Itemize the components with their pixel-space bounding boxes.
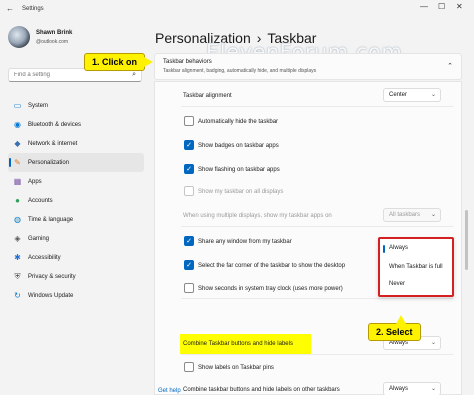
alignment-label: Taskbar alignment	[183, 93, 232, 99]
get-help-link[interactable]: Get help	[158, 388, 181, 394]
flashing-label: Show flashing on taskbar apps	[198, 167, 280, 173]
divider	[181, 354, 453, 355]
sidebar-item-personalization[interactable]: ✎ Personalization	[8, 153, 144, 172]
alignment-value: Center	[389, 92, 408, 98]
chevron-down-icon: ⌄	[430, 386, 436, 392]
badges-label: Show badges on taskbar apps	[198, 143, 279, 149]
far-corner-checkbox[interactable]: ✓	[184, 260, 194, 270]
far-corner-label: Select the far corner of the taskbar to …	[198, 263, 346, 269]
combine-label: Combine Taskbar buttons and hide labels	[183, 341, 293, 347]
minimize-icon[interactable]: —	[420, 2, 428, 11]
multi-display-value: All taskbars	[389, 212, 421, 218]
sidebar-item-network-internet[interactable]: ◆ Network & internet	[8, 134, 144, 153]
chevron-down-icon: ⌄	[430, 340, 436, 346]
sidebar-item-label: Windows Update	[28, 292, 74, 299]
search-input[interactable]	[14, 72, 124, 78]
auto-hide-checkbox[interactable]	[184, 116, 194, 126]
divider	[181, 106, 453, 107]
app-title: Settings	[22, 6, 44, 12]
chevron-down-icon: ⌄	[430, 212, 436, 218]
sidebar-item-label: Network & internet	[28, 140, 78, 147]
alignment-dropdown[interactable]: Center ⌄	[383, 88, 441, 102]
sidebar-item-label: System	[28, 102, 49, 109]
sidebar-item-label: Time & language	[28, 216, 74, 223]
close-icon[interactable]: ✕	[456, 2, 463, 11]
sidebar-item-label: Accessibility	[28, 254, 61, 261]
monitor-icon: ▭	[13, 101, 22, 110]
sidebar-item-label: Bluetooth & devices	[28, 121, 82, 128]
main-content: Taskbar behaviors Taskbar alignment, bad…	[154, 53, 462, 395]
title-bar: ← Settings — ☐ ✕	[0, 0, 474, 20]
maximize-icon[interactable]: ☐	[438, 2, 445, 11]
callout-step-2: 2. Select	[368, 315, 421, 341]
auto-hide-label: Automatically hide the taskbar	[198, 119, 279, 125]
combine-other-label: Combine taskbar buttons and hide labels …	[183, 387, 340, 393]
divider	[181, 298, 453, 299]
globe-icon: ◍	[14, 215, 21, 224]
chevron-down-icon: ⌄	[430, 92, 436, 98]
share-window-label: Share any window from my taskbar	[198, 239, 292, 245]
sidebar-item-windows-update[interactable]: ↻ Windows Update	[8, 286, 144, 305]
menu-option-when-full[interactable]: When Taskbar is full	[389, 264, 443, 270]
scrollbar[interactable]	[465, 210, 468, 270]
section-title: Taskbar behaviors	[163, 59, 212, 65]
accessibility-icon: ✱	[14, 253, 21, 262]
sidebar-item-accessibility[interactable]: ✱ Accessibility	[8, 248, 144, 267]
sidebar-item-bluetooth-devices[interactable]: ◉ Bluetooth & devices	[8, 115, 144, 134]
divider	[181, 226, 453, 227]
selected-indicator	[383, 245, 385, 253]
all-displays-label: Show my taskbar on all displays	[198, 189, 284, 195]
sidebar-item-apps[interactable]: ▦ Apps	[8, 172, 144, 191]
flashing-checkbox[interactable]: ✓	[184, 164, 194, 174]
search-icon[interactable]: ⌕	[132, 71, 136, 79]
sidebar-item-label: Accounts	[28, 197, 53, 204]
user-email: @outlook.com	[36, 39, 69, 45]
combine-dropdown-menu: Always When Taskbar is full Never	[378, 237, 454, 297]
share-window-checkbox[interactable]: ✓	[184, 236, 194, 246]
badges-checkbox[interactable]: ✓	[184, 140, 194, 150]
sidebar-item-privacy-security[interactable]: ⛨ Privacy & security	[8, 267, 144, 286]
chevron-up-icon[interactable]: ⌃	[447, 62, 453, 70]
section-subtitle: Taskbar alignment, badging, automaticall…	[163, 68, 317, 74]
multi-display-dropdown[interactable]: All taskbars ⌄	[383, 208, 441, 222]
person-icon: ●	[15, 196, 20, 205]
shield-icon: ⛨	[14, 272, 21, 281]
callout-step-1: 1. Click on	[84, 53, 154, 71]
gamepad-icon: ◈	[14, 234, 21, 243]
sidebar: Shawn Brink @outlook.com ⌕ ▭ System ◉ Bluet…	[0, 20, 148, 395]
apps-icon: ▦	[13, 177, 22, 186]
pin-labels-label: Show labels on Taskbar pins	[198, 365, 274, 371]
update-icon: ↻	[14, 291, 21, 300]
combine-other-value: Always	[389, 386, 409, 392]
pin-labels-checkbox[interactable]	[184, 362, 194, 372]
wifi-icon: ◆	[14, 139, 21, 148]
multi-display-label: When using multiple displays, show my ta…	[183, 213, 332, 219]
taskbar-behaviors-header[interactable]: Taskbar behaviors Taskbar alignment, bad…	[154, 53, 462, 80]
user-name: Shawn Brink	[36, 30, 73, 36]
seconds-clock-checkbox[interactable]	[184, 283, 194, 293]
brush-icon: ✎	[14, 158, 21, 167]
sidebar-item-label: Privacy & security	[28, 273, 76, 280]
sidebar-item-label: Personalization	[28, 159, 70, 166]
sidebar-item-accounts[interactable]: ● Accounts	[8, 191, 144, 210]
bluetooth-icon: ◉	[14, 120, 21, 129]
avatar	[8, 26, 30, 48]
menu-option-never[interactable]: Never	[389, 281, 405, 287]
sidebar-nav: ▭ System ◉ Bluetooth & devices ◆ Network & in…	[8, 96, 144, 305]
menu-option-always[interactable]: Always	[389, 245, 408, 251]
all-displays-checkbox[interactable]	[184, 186, 194, 196]
sidebar-item-system[interactable]: ▭ System	[8, 96, 144, 115]
sidebar-item-gaming[interactable]: ◈ Gaming	[8, 229, 144, 248]
combine-other-dropdown[interactable]: Always ⌄	[383, 382, 441, 395]
sidebar-item-time-language[interactable]: ◍ Time & language	[8, 210, 144, 229]
sidebar-item-label: Apps	[28, 178, 42, 185]
back-arrow-icon[interactable]: ←	[6, 4, 14, 13]
seconds-clock-label: Show seconds in system tray clock (uses …	[198, 286, 343, 292]
sidebar-item-label: Gaming	[28, 235, 50, 242]
